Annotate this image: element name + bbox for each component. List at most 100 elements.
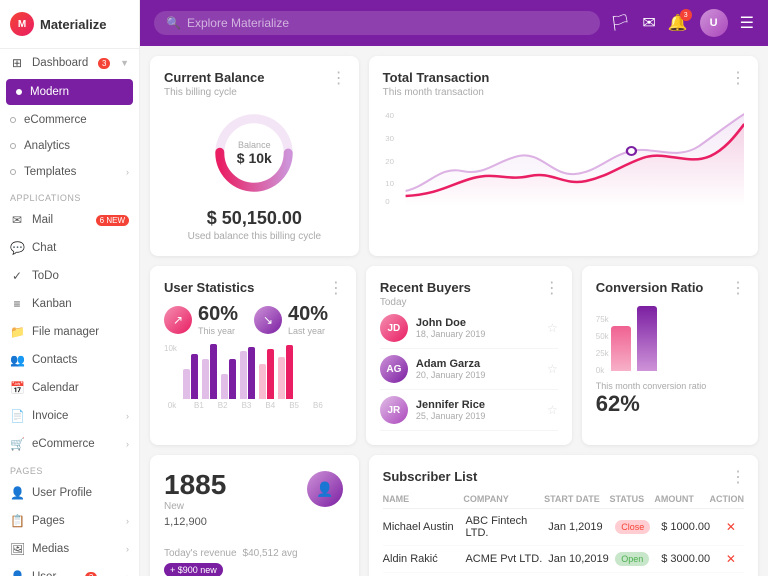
stats-row: ↗ 60% This year ↘ 40% Last year xyxy=(164,303,342,336)
donut-label-value: $ 10k xyxy=(237,150,272,166)
td-action-1[interactable]: ✕ xyxy=(718,520,744,534)
star-icon-1[interactable]: ☆ xyxy=(547,321,558,335)
email-icon[interactable]: ✉ xyxy=(642,13,655,33)
stat-this-year-icon: ↗ xyxy=(164,306,192,334)
buyer-item-3: JR Jennifer Rice 25, January 2019 ☆ xyxy=(380,390,558,431)
revenue-badge: + $900 new xyxy=(164,563,223,576)
td-name-2: Aldin Rakić xyxy=(383,553,462,565)
mail-icon: ✉ xyxy=(10,213,24,227)
subscriber-title: Subscriber List xyxy=(383,469,744,484)
buyer-avatar-1: JD xyxy=(380,314,408,342)
th-company: COMPANY xyxy=(463,494,540,504)
bars-y-label: 10k xyxy=(164,344,177,353)
user-profile-label: User Profile xyxy=(32,487,92,499)
content: ⋮ Current Balance This billing cycle xyxy=(140,46,768,576)
sidebar-item-file-manager[interactable]: 📁 File manager xyxy=(0,318,139,346)
sidebar-item-user[interactable]: 👤 User 3 › xyxy=(0,563,139,576)
calendar-icon: 📅 xyxy=(10,381,24,395)
todo-icon: ✓ xyxy=(10,269,24,283)
bar-group-6 xyxy=(278,345,293,399)
sidebar-item-medias[interactable]: 🖼 Medias › xyxy=(0,535,139,563)
balance-menu[interactable]: ⋮ xyxy=(331,68,347,88)
sidebar-item-calendar[interactable]: 📅 Calendar xyxy=(0,374,139,402)
status-badge-2: Open xyxy=(615,552,649,566)
sidebar-item-modern[interactable]: Modern xyxy=(6,79,133,105)
row-3: 1885 New 1,12,900 👤 Total Clients Today'… xyxy=(150,455,758,576)
delete-icon-2[interactable]: ✕ xyxy=(726,552,736,566)
recent-buyers-card: ⋮ Recent Buyers Today JD John Doe 18, Ja… xyxy=(366,266,572,445)
flag-icon[interactable]: 🏳 xyxy=(610,13,630,33)
search-bar[interactable]: 🔍 xyxy=(154,11,600,35)
sidebar: M Materialize ⊞ Dashboard 3 ▼ Modern eCo… xyxy=(0,0,140,576)
header: 🔍 🏳 ✉ 🔔 3 U ☰ xyxy=(140,0,768,46)
invoice-icon: 📄 xyxy=(10,409,24,423)
mail-badge: 6 NEW xyxy=(96,215,129,226)
bar-4a xyxy=(240,351,247,399)
delete-icon-1[interactable]: ✕ xyxy=(726,520,736,534)
menu-icon[interactable]: ☰ xyxy=(740,13,754,33)
pages-icon: 📋 xyxy=(10,514,24,528)
notification-icon[interactable]: 🔔 3 xyxy=(668,13,688,33)
sidebar-item-templates[interactable]: Templates › xyxy=(0,159,139,185)
current-balance-card: ⋮ Current Balance This billing cycle xyxy=(150,56,359,256)
star-icon-3[interactable]: ☆ xyxy=(547,403,558,417)
sidebar-item-contacts[interactable]: 👥 Contacts xyxy=(0,346,139,374)
sidebar-item-invoice[interactable]: 📄 Invoice › xyxy=(0,402,139,430)
bar-6a xyxy=(278,357,285,399)
star-icon-2[interactable]: ☆ xyxy=(547,362,558,376)
buyer-info-1: John Doe 18, January 2019 xyxy=(416,317,539,339)
bar-group-4 xyxy=(240,347,255,399)
stat-this-year-value: 60% xyxy=(198,303,238,326)
sidebar-item-ecommerce[interactable]: eCommerce xyxy=(0,107,139,133)
avatar[interactable]: U xyxy=(700,9,728,37)
td-name-1: Michael Austin xyxy=(383,521,462,533)
svg-text:20: 20 xyxy=(385,157,394,165)
user-icon: 👤 xyxy=(10,570,24,576)
buyer-name-2: Adam Garza xyxy=(416,358,539,370)
user-chevron: › xyxy=(126,572,129,576)
sidebar-item-todo[interactable]: ✓ ToDo xyxy=(0,262,139,290)
revenue-section: Today's revenue $40,512 avg + $900 new $… xyxy=(164,548,345,576)
th-amount: AMOUNT xyxy=(654,494,705,504)
buyers-period: Today xyxy=(380,297,558,308)
transaction-menu[interactable]: ⋮ xyxy=(730,68,746,88)
buyer-date-2: 20, January 2019 xyxy=(416,370,539,380)
user-profile-icon: 👤 xyxy=(10,486,24,500)
search-input[interactable] xyxy=(187,16,588,30)
sidebar-item-pages[interactable]: 📋 Pages › xyxy=(0,507,139,535)
templates-label: Templates xyxy=(24,166,76,178)
sidebar-item-ecommerce-app[interactable]: 🛒 eCommerce › xyxy=(0,430,139,458)
donut-label: Balance $ 10k xyxy=(237,140,272,166)
th-name: NAME xyxy=(383,494,460,504)
bar-x-b5: B5 xyxy=(289,401,299,410)
sidebar-item-dashboard[interactable]: ⊞ Dashboard 3 ▼ xyxy=(0,49,139,77)
buyer-item-2: AG Adam Garza 20, January 2019 ☆ xyxy=(380,349,558,390)
balance-amount: $ 50,150.00 xyxy=(164,208,345,229)
conversion-menu[interactable]: ⋮ xyxy=(730,278,746,298)
buyers-menu[interactable]: ⋮ xyxy=(544,278,560,298)
modern-dot xyxy=(16,89,22,95)
sidebar-item-chat[interactable]: 💬 Chat xyxy=(0,234,139,262)
ecommerce-app-label: eCommerce xyxy=(32,438,95,450)
sidebar-item-user-profile[interactable]: 👤 User Profile xyxy=(0,479,139,507)
stat-this-year: ↗ 60% This year xyxy=(164,303,238,336)
stats-menu[interactable]: ⋮ xyxy=(328,278,344,298)
conversion-value: 62% xyxy=(596,391,744,417)
invoice-label: Invoice xyxy=(32,410,68,422)
stat-last-year-info: 40% Last year xyxy=(288,303,328,336)
medias-chevron: › xyxy=(126,544,129,554)
ecommerce-app-icon: 🛒 xyxy=(10,437,24,451)
contacts-label: Contacts xyxy=(32,354,77,366)
bar-group-5 xyxy=(259,349,274,399)
transaction-chart: 40 30 20 10 0 xyxy=(383,106,744,206)
sidebar-item-analytics[interactable]: Analytics xyxy=(0,133,139,159)
sidebar-item-kanban[interactable]: ≡ Kanban xyxy=(0,290,139,318)
chat-icon: 💬 xyxy=(10,241,24,255)
sidebar-item-mail[interactable]: ✉ Mail 6 NEW xyxy=(0,206,139,234)
bar-4b xyxy=(248,347,255,399)
templates-dot xyxy=(10,169,16,175)
td-action-2[interactable]: ✕ xyxy=(718,552,744,566)
todo-label: ToDo xyxy=(32,270,59,282)
subscriber-menu[interactable]: ⋮ xyxy=(730,467,746,487)
donut-container: Balance $ 10k xyxy=(164,108,345,198)
